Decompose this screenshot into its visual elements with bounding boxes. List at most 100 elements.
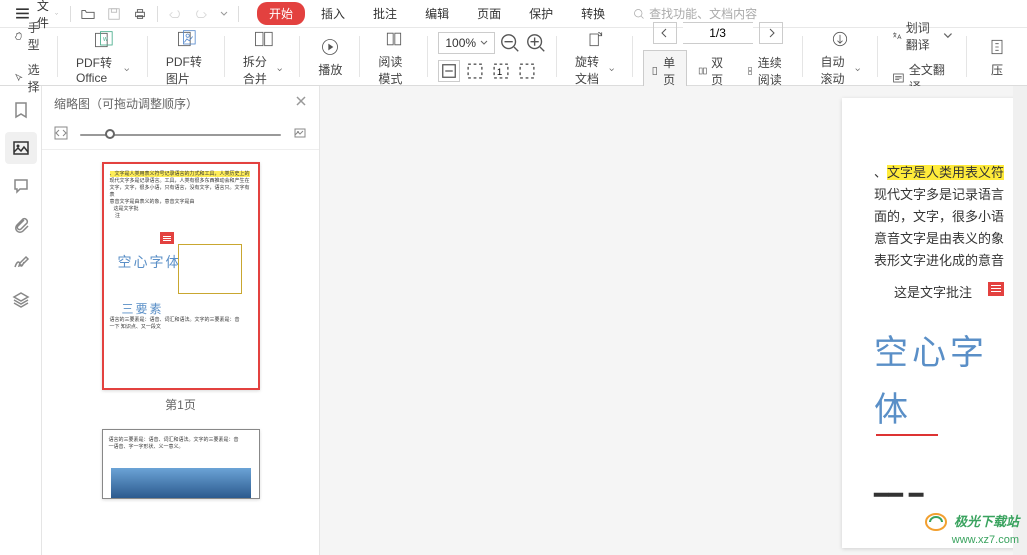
rotate-doc-label: 旋转文档	[575, 53, 607, 87]
vertical-scrollbar[interactable]	[1013, 86, 1027, 555]
next-page-button[interactable]	[759, 22, 783, 44]
signature-tab[interactable]	[5, 246, 37, 278]
continuous-icon	[746, 64, 754, 78]
hand-icon	[14, 29, 24, 43]
split-merge-button[interactable]: 拆分合并	[235, 23, 291, 91]
thumbnail-panel: 缩略图（可拖动调整顺序） 、文字是人类用表义符号记录语言的力式和工具，人类历史上…	[42, 86, 320, 555]
doc-line-4: 意音文字是由表义的象	[874, 228, 1019, 250]
tab-insert[interactable]: 插入	[309, 1, 357, 26]
left-sidebar-tabs	[0, 86, 42, 555]
reading-mode-label: 阅读模式	[378, 53, 410, 87]
thumbnail-toolbar	[42, 120, 319, 150]
folder-open-icon	[81, 7, 95, 21]
marquee-zoom-button[interactable]	[516, 60, 538, 82]
layers-icon	[12, 291, 30, 309]
auto-scroll-icon	[830, 29, 850, 49]
translate-word-icon	[892, 29, 902, 43]
reading-mode-button[interactable]: 阅读模式	[370, 23, 418, 91]
print-button[interactable]	[129, 3, 151, 25]
select-tool[interactable]: 选择	[10, 59, 48, 97]
thumb-shape-outline	[178, 244, 242, 294]
chevron-down-icon	[855, 66, 860, 74]
thumbnail-size-slider[interactable]	[80, 134, 281, 136]
note-marker[interactable]	[988, 282, 1004, 296]
compress-button[interactable]: 压	[977, 31, 1017, 82]
undo-button[interactable]	[164, 3, 186, 25]
auto-scroll-button[interactable]: 自动滚动	[813, 23, 869, 91]
attachment-tab[interactable]	[5, 208, 37, 240]
fit-width-button[interactable]	[438, 60, 460, 82]
hand-tool[interactable]: 手型	[10, 17, 48, 55]
thumbnail-page-1[interactable]: 、文字是人类用表义符号记录语言的力式和工具，人类历史上的 现代文字多是记录语言。…	[54, 162, 307, 413]
bookmark-icon	[12, 101, 30, 119]
marquee-icon	[516, 60, 538, 82]
pdf-to-office-label: PDF转Office	[76, 54, 122, 85]
print-icon	[133, 7, 147, 21]
actual-size-button[interactable]: 1	[490, 60, 512, 82]
open-button[interactable]	[77, 3, 99, 25]
play-button[interactable]: 播放	[310, 31, 350, 82]
svg-text:W: W	[103, 37, 108, 43]
compress-label: 压	[991, 61, 1003, 78]
outline-text: 空心字体	[874, 325, 1019, 441]
prev-page-button[interactable]	[653, 22, 677, 44]
watermark-url: www.xz7.com	[952, 534, 1019, 547]
double-page-icon	[698, 64, 708, 78]
thumbnail-page-2[interactable]: 语言的三要素是：语音、词汇和语法。文字的三要素是：音 一语音、字一字形状、义一意…	[54, 429, 307, 499]
bookmark-tab[interactable]	[5, 94, 37, 126]
pdf-to-image-button[interactable]: PDF转图片	[158, 23, 215, 91]
undo-icon	[168, 7, 182, 21]
zoom-in-icon	[525, 32, 547, 54]
chevron-left-icon	[660, 28, 670, 38]
pdf-to-office-button[interactable]: W PDF转Office	[68, 24, 138, 89]
doc-line-2: 现代文字多是记录语言	[874, 184, 1019, 206]
expand-button[interactable]	[293, 126, 307, 143]
chevron-down-icon	[609, 66, 614, 74]
comment-tab[interactable]	[5, 170, 37, 202]
page-number-input[interactable]	[683, 22, 753, 44]
zoom-out-icon	[499, 32, 521, 54]
single-page-icon	[650, 64, 660, 78]
compress-icon	[987, 37, 1007, 57]
thumbnail-tab[interactable]	[5, 132, 37, 164]
double-page-label: 双页	[711, 54, 727, 88]
thumbnail-title: 缩略图（可拖动调整顺序）	[54, 95, 198, 112]
zoom-out-button[interactable]	[499, 32, 521, 54]
auto-scroll-label: 自动滚动	[821, 53, 853, 87]
word-translate-label: 划词翻译	[906, 19, 939, 53]
fit-width-icon	[439, 61, 459, 81]
word-translate-button[interactable]: 划词翻译	[888, 17, 957, 55]
chevron-down-icon	[277, 66, 282, 74]
signature-icon	[12, 253, 30, 271]
play-label: 播放	[318, 61, 342, 78]
tab-edit[interactable]: 编辑	[413, 1, 461, 26]
main-area: 缩略图（可拖动调整顺序） 、文字是人类用表义符号记录语言的力式和工具，人类历史上…	[0, 86, 1027, 555]
search-hint[interactable]: 查找功能、文档内容	[633, 5, 757, 22]
tab-protect[interactable]: 保护	[517, 1, 565, 26]
collapse-button[interactable]	[54, 126, 68, 143]
comment-icon	[12, 177, 30, 195]
chevron-down-icon	[943, 29, 953, 43]
close-panel-button[interactable]	[295, 94, 307, 112]
chevron-down-icon[interactable]	[220, 10, 228, 18]
save-button[interactable]	[103, 3, 125, 25]
close-icon	[295, 95, 307, 107]
zoom-in-button[interactable]	[525, 32, 547, 54]
split-merge-label: 拆分合并	[243, 53, 275, 87]
tab-page[interactable]: 页面	[465, 1, 513, 26]
watermark-name: 极光下载站	[954, 514, 1019, 530]
pdf-image-icon	[176, 29, 196, 49]
watermark-logo-icon	[922, 510, 950, 534]
chevron-down-icon	[124, 66, 130, 74]
single-page-label: 单页	[663, 54, 679, 88]
zoom-select[interactable]: 100%	[438, 32, 495, 54]
layers-tab[interactable]	[5, 284, 37, 316]
redo-button[interactable]	[190, 3, 212, 25]
pdf-office-icon: W	[93, 30, 113, 50]
document-viewport[interactable]: 、文字是人类用表义符 现代文字多是记录语言 面的，文字，很多小语 意音文字是由表…	[320, 86, 1027, 555]
split-merge-icon	[253, 29, 273, 49]
fit-page-button[interactable]	[464, 60, 486, 82]
rotate-doc-button[interactable]: 旋转文档	[567, 23, 623, 91]
expand-icon	[293, 126, 307, 140]
fit-page-icon	[464, 60, 486, 82]
